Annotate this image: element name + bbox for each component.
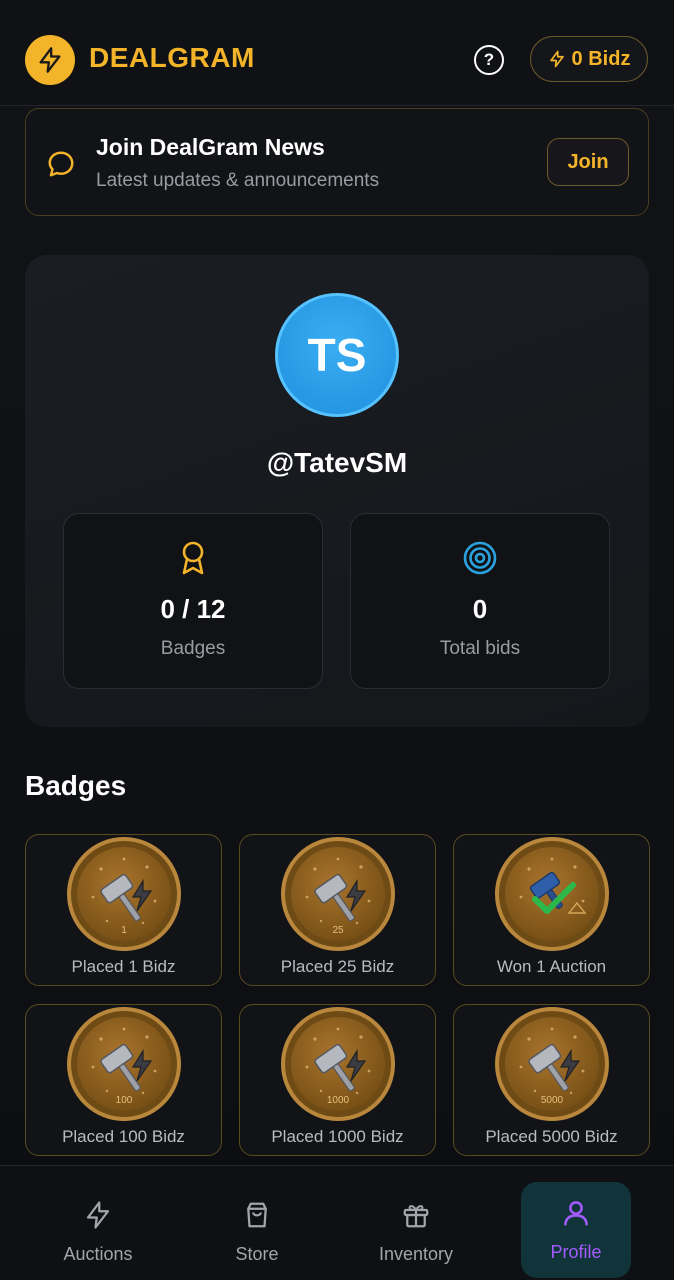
badge-card[interactable]: 25 Placed 25 Bidz	[239, 834, 436, 986]
shopping-bag-icon	[247, 1202, 267, 1228]
badge-label: Placed 5000 Bidz	[485, 1127, 618, 1146]
user-icon	[564, 1201, 588, 1226]
nav-auctions[interactable]: Auctions	[28, 1184, 168, 1270]
bidz-balance-button[interactable]: 0 Bidz	[530, 36, 648, 82]
total-bids-count: 0	[472, 594, 488, 624]
profile-card: TS @TatevSM 0 / 12 Badges 0 Total bids	[25, 255, 649, 727]
total-bids-stat: 0 Total bids	[350, 513, 610, 689]
news-subtitle: Latest updates & announcements	[96, 170, 380, 191]
badges-stat-label: Badges	[160, 638, 226, 659]
medal-number: 1000	[326, 1095, 350, 1106]
badge-card[interactable]: 1 Placed 1 Bidz	[25, 834, 222, 986]
nav-store-label: Store	[235, 1244, 279, 1264]
badge-label: Won 1 Auction	[496, 957, 607, 976]
nav-profile[interactable]: Profile	[521, 1182, 631, 1278]
won-auction-medal-icon	[495, 837, 609, 951]
help-icon: ?	[483, 50, 495, 69]
gavel-medal-icon: 1000	[281, 1007, 395, 1121]
badge-card[interactable]: 100 Placed 100 Bidz	[25, 1004, 222, 1156]
app-header: DEALGRAM ? 0 Bidz	[0, 0, 674, 106]
gift-icon	[403, 1205, 429, 1228]
gavel-medal-icon: 100	[67, 1007, 181, 1121]
total-bids-label: Total bids	[439, 638, 521, 659]
medal-number: 5000	[540, 1095, 564, 1106]
badge-label: Placed 25 Bidz	[280, 957, 395, 976]
badge-card[interactable]: Won 1 Auction	[453, 834, 650, 986]
nav-profile-label: Profile	[550, 1242, 602, 1262]
avatar: TS	[275, 293, 399, 417]
badge-label: Placed 1 Bidz	[71, 957, 176, 976]
bolt-icon	[549, 50, 564, 68]
badge-label: Placed 1000 Bidz	[271, 1127, 404, 1146]
news-banner: Join DealGram News Latest updates & anno…	[25, 108, 649, 216]
bidz-balance-label: 0 Bidz	[571, 47, 631, 70]
gavel-medal-icon: 5000	[495, 1007, 609, 1121]
username: @TatevSM	[266, 447, 408, 478]
medal-number: 100	[115, 1095, 133, 1106]
gavel-medal-icon: 25	[281, 837, 395, 951]
nav-auctions-label: Auctions	[63, 1244, 133, 1264]
badge-label: Placed 100 Bidz	[62, 1127, 185, 1146]
medal-number: 25	[332, 925, 344, 936]
bottom-nav: Auctions Store Inventory Profile	[0, 1165, 674, 1280]
news-title: Join DealGram News	[96, 134, 325, 160]
chat-bubble-icon	[48, 151, 74, 177]
ribbon-icon	[182, 541, 204, 575]
medal-number: 1	[121, 925, 127, 936]
app-screen: DEALGRAM ? 0 Bidz Join DealGram News Lat…	[0, 0, 674, 1280]
logo-bolt-icon	[25, 35, 75, 85]
badges-stat: 0 / 12 Badges	[63, 513, 323, 689]
nav-store[interactable]: Store	[187, 1184, 327, 1270]
join-button[interactable]: Join	[547, 138, 629, 186]
gavel-medal-icon: 1	[67, 837, 181, 951]
badges-section-title: Badges	[25, 770, 127, 801]
logo-text: DEALGRAM	[89, 42, 255, 73]
target-icon	[463, 541, 497, 575]
nav-inventory-label: Inventory	[378, 1244, 454, 1264]
nav-inventory[interactable]: Inventory	[346, 1184, 486, 1270]
help-button[interactable]: ?	[474, 45, 504, 75]
badge-card[interactable]: 1000 Placed 1000 Bidz	[239, 1004, 436, 1156]
bolt-icon	[86, 1201, 110, 1229]
badges-count: 0 / 12	[160, 594, 226, 624]
badge-card[interactable]: 5000 Placed 5000 Bidz	[453, 1004, 650, 1156]
